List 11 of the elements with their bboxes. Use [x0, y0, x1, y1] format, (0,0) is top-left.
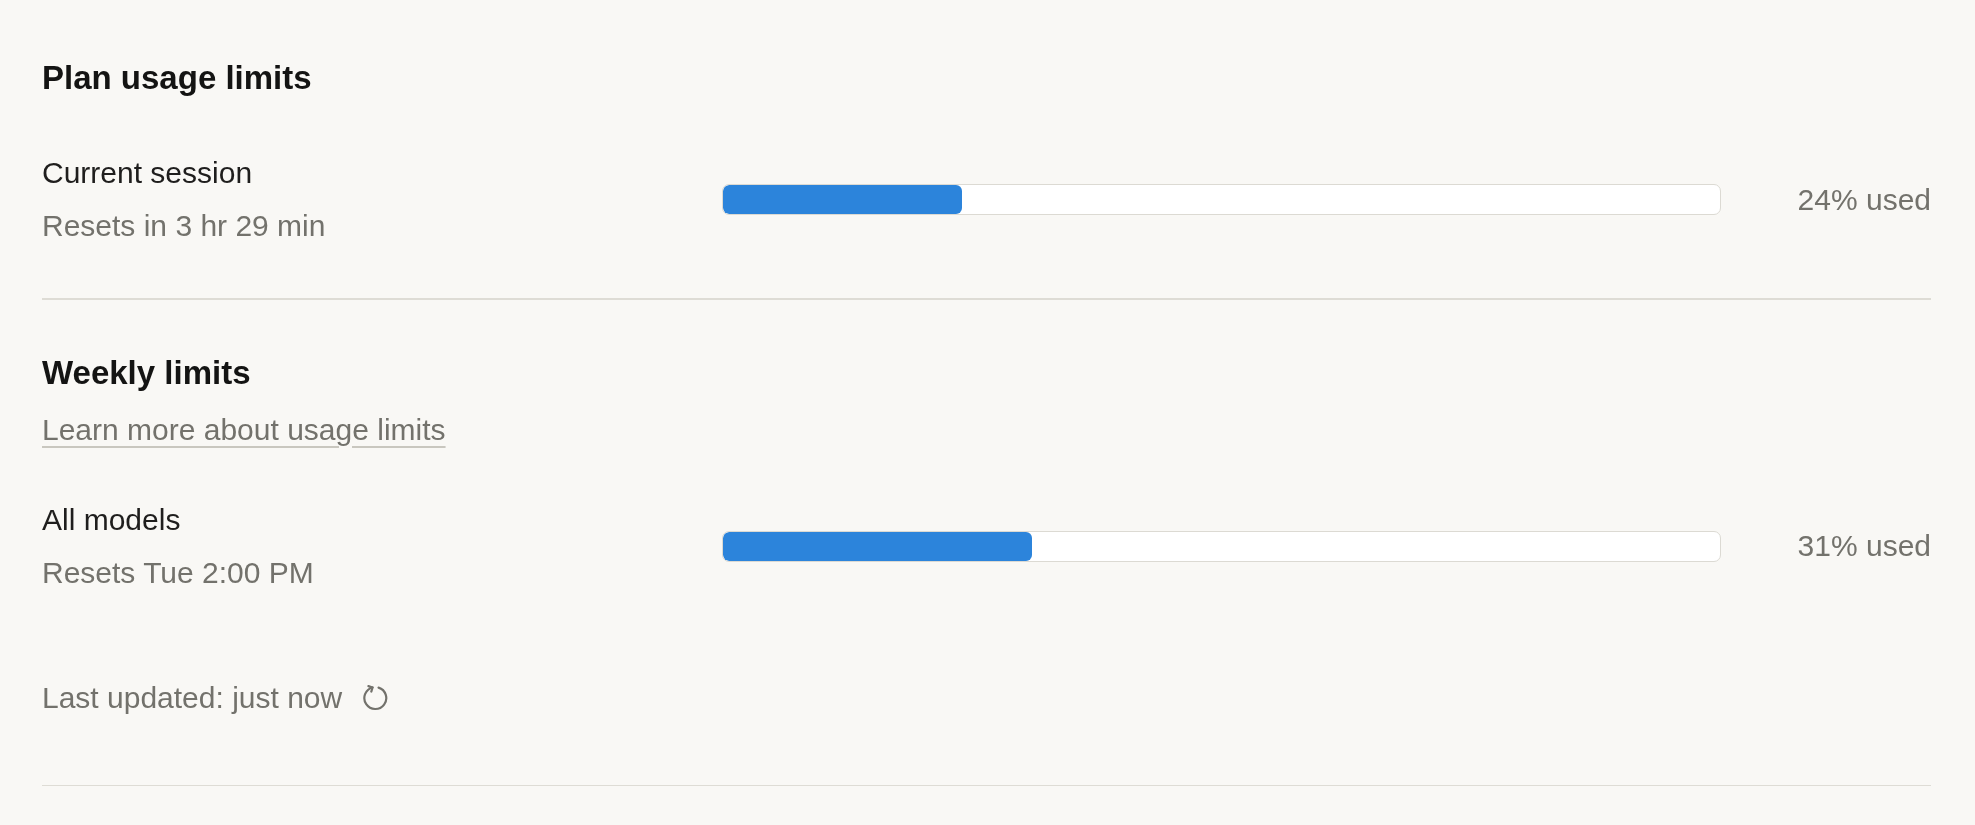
usage-percent: 24% used: [1797, 181, 1931, 218]
refresh-icon[interactable]: [362, 684, 389, 711]
learn-more-link[interactable]: Learn more about usage limits: [42, 409, 446, 450]
limit-name: Current session: [42, 155, 253, 191]
reset-time: Resets in 3 hr 29 min: [42, 208, 326, 244]
section-title: Plan usage limits: [42, 58, 312, 98]
reset-time: Resets Tue 2:00 PM: [42, 554, 314, 591]
limit-name: All models: [42, 501, 181, 538]
usage-percent: 31% used: [1797, 528, 1931, 564]
last-updated-text: Last updated: just now: [42, 679, 343, 716]
section-title: Weekly limits: [42, 352, 251, 393]
